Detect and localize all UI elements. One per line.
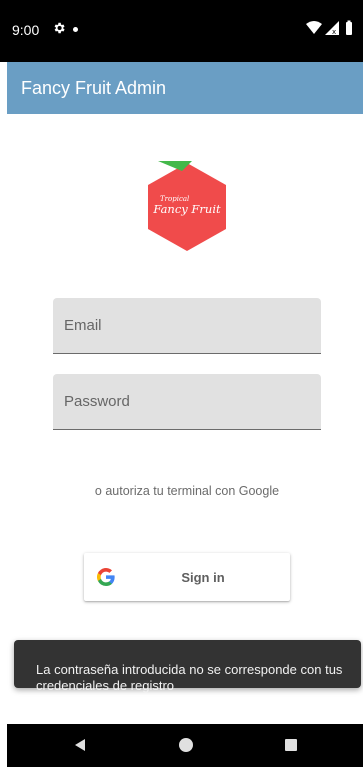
status-bar: 9:00 x — [0, 0, 363, 62]
snackbar-message: La contraseña introducida no se correspo… — [36, 662, 343, 693]
navigation-bar — [7, 724, 363, 767]
email-input[interactable] — [53, 298, 321, 353]
back-icon[interactable] — [73, 738, 87, 752]
signal-x-icon: x — [332, 28, 336, 36]
google-g-icon — [97, 568, 115, 586]
google-sign-in-label: Sign in — [181, 570, 225, 585]
status-icons: x — [306, 20, 352, 36]
battery-icon — [346, 22, 352, 35]
fancy-fruit-logo: Tropical Fancy Fruit — [148, 161, 226, 251]
google-auth-hint: o autoriza tu terminal con Google — [94, 484, 280, 498]
app-bar: Fancy Fruit Admin — [7, 62, 363, 114]
logo-line2: Fancy Fruit — [152, 202, 221, 216]
login-screen: 9:00 x Fancy Fruit Admin Tropical Fancy … — [0, 0, 363, 767]
email-field[interactable] — [53, 298, 321, 354]
wifi-icon — [306, 21, 322, 34]
app-title: Fancy Fruit Admin — [21, 78, 167, 98]
password-input[interactable] — [53, 374, 321, 429]
notification-dot-icon — [73, 27, 78, 32]
status-time: 9:00 — [12, 22, 40, 38]
gear-icon — [54, 22, 65, 34]
recents-icon[interactable] — [285, 739, 297, 751]
home-icon[interactable] — [179, 738, 193, 752]
google-sign-in-button[interactable]: Sign in — [84, 553, 290, 601]
error-snackbar: La contraseña introducida no se correspo… — [14, 640, 361, 693]
password-field[interactable] — [53, 374, 321, 430]
